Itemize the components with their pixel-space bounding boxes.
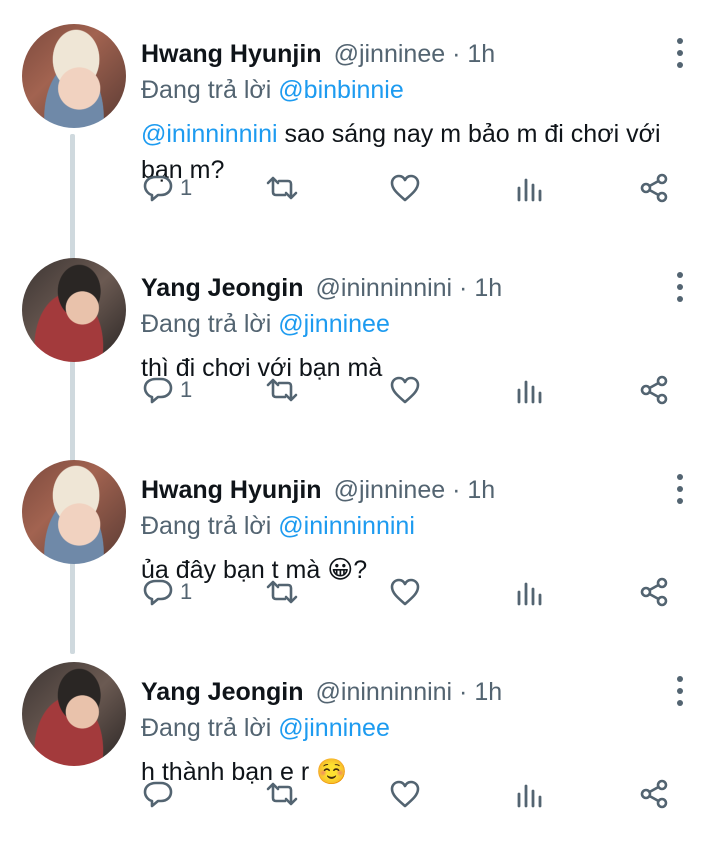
retweet-button[interactable] <box>266 572 298 612</box>
author-handle-time[interactable]: @ininninnini · 1h <box>316 678 503 706</box>
replying-to: Đang trả lời @binbinnie <box>141 74 404 106</box>
replying-to-mention[interactable]: @binbinnie <box>278 76 403 104</box>
replying-to-label: Đang trả lời <box>141 512 272 540</box>
avatar[interactable] <box>22 258 126 362</box>
like-button[interactable] <box>389 774 421 814</box>
reply-button[interactable] <box>142 774 180 814</box>
reply-button[interactable]: 1 <box>142 572 192 612</box>
heart-icon <box>390 174 420 202</box>
share-icon <box>640 577 668 607</box>
retweet-icon <box>266 580 298 604</box>
tweet-text-mention[interactable]: @ininninnini <box>141 120 278 148</box>
reply-icon <box>143 175 173 202</box>
reply-button[interactable]: 1 <box>142 168 192 208</box>
retweet-icon <box>266 782 298 806</box>
share-button[interactable] <box>638 572 670 612</box>
analytics-button[interactable] <box>514 168 546 208</box>
author-handle-time[interactable]: @ininninnini · 1h <box>316 274 503 302</box>
reply-count: 1 <box>180 377 193 402</box>
tweet-header: Hwang Hyunjin @jinninee · 1h <box>141 474 495 506</box>
retweet-button[interactable] <box>266 370 298 410</box>
analytics-icon <box>517 380 542 404</box>
analytics-icon <box>517 582 542 606</box>
share-icon <box>640 375 668 405</box>
heart-icon <box>390 780 420 808</box>
share-button[interactable] <box>638 168 670 208</box>
retweet-button[interactable] <box>266 168 298 208</box>
reply-icon <box>143 377 173 404</box>
like-button[interactable] <box>389 168 421 208</box>
author-name[interactable]: Hwang Hyunjin <box>141 40 322 68</box>
tweet-actions <box>0 774 720 814</box>
author-name[interactable]: Yang Jeongin <box>141 678 304 706</box>
author-name[interactable]: Hwang Hyunjin <box>141 476 322 504</box>
analytics-button[interactable] <box>514 572 546 612</box>
author-handle-time[interactable]: @jinninee · 1h <box>334 40 496 68</box>
replying-to-label: Đang trả lời <box>141 310 272 338</box>
like-button[interactable] <box>389 370 421 410</box>
analytics-icon <box>517 784 542 808</box>
analytics-icon <box>517 178 542 202</box>
more-options-icon[interactable] <box>670 474 690 504</box>
reply-icon <box>143 579 173 606</box>
tweet[interactable]: Yang Jeongin @ininninnini · 1h Đang trả lờ… <box>0 258 720 460</box>
tweet-actions: 1 <box>0 168 720 208</box>
more-options-icon[interactable] <box>670 38 690 68</box>
avatar[interactable] <box>22 24 126 128</box>
reply-count: 1 <box>180 579 193 604</box>
reply-icon <box>143 781 173 808</box>
retweet-icon <box>266 378 298 402</box>
tweet-actions: 1 <box>0 572 720 612</box>
share-icon <box>640 173 668 203</box>
tweet[interactable]: Yang Jeongin @ininninnini · 1h Đang trả lờ… <box>0 662 720 842</box>
replying-to: Đang trả lời @jinninee <box>141 308 390 340</box>
replying-to: Đang trả lời @jinninee <box>141 712 390 744</box>
author-handle-time[interactable]: @jinninee · 1h <box>334 476 496 504</box>
share-button[interactable] <box>638 774 670 814</box>
replying-to-label: Đang trả lời <box>141 76 272 104</box>
heart-icon <box>390 376 420 404</box>
retweet-button[interactable] <box>266 774 298 814</box>
avatar[interactable] <box>22 662 126 766</box>
replying-to: Đang trả lời @ininninnini <box>141 510 415 542</box>
tweet-header: Hwang Hyunjin @jinninee · 1h <box>141 38 495 70</box>
replying-to-mention[interactable]: @jinninee <box>278 714 390 742</box>
tweet-header: Yang Jeongin @ininninnini · 1h <box>141 272 502 304</box>
tweet-header: Yang Jeongin @ininninnini · 1h <box>141 676 502 708</box>
avatar[interactable] <box>22 460 126 564</box>
analytics-button[interactable] <box>514 774 546 814</box>
tweet[interactable]: Hwang Hyunjin @jinninee · 1h Đang trả lời … <box>0 460 720 662</box>
share-icon <box>640 779 668 809</box>
retweet-icon <box>266 176 298 200</box>
more-options-icon[interactable] <box>670 676 690 706</box>
reply-count: 1 <box>180 175 193 200</box>
share-button[interactable] <box>638 370 670 410</box>
replying-to-label: Đang trả lời <box>141 714 272 742</box>
replying-to-mention[interactable]: @ininninnini <box>278 512 415 540</box>
heart-icon <box>390 578 420 606</box>
analytics-button[interactable] <box>514 370 546 410</box>
author-name[interactable]: Yang Jeongin <box>141 274 304 302</box>
more-options-icon[interactable] <box>670 272 690 302</box>
like-button[interactable] <box>389 572 421 612</box>
tweet-actions: 1 <box>0 370 720 410</box>
replying-to-mention[interactable]: @jinninee <box>278 310 390 338</box>
reply-button[interactable]: 1 <box>142 370 192 410</box>
